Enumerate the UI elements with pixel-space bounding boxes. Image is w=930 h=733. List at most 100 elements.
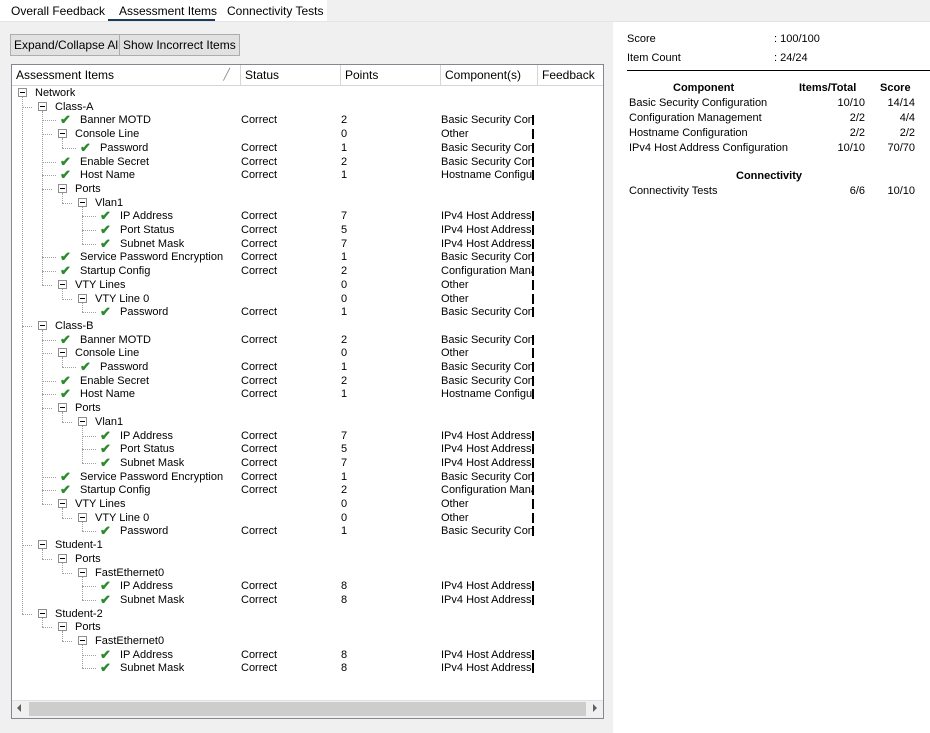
tree-row[interactable]: Ports (12, 552, 603, 566)
expand-collapse-all-button[interactable]: Expand/Collapse All (10, 34, 125, 56)
tree-row[interactable]: ✔ Enable Secret Correct 2 Basic Security Con… (12, 154, 603, 169)
tree-row[interactable]: ✔ Subnet Mask Correct 7 IPv4 Host Address Co… (12, 236, 603, 251)
points-cell: 2 (341, 374, 348, 387)
column-header-assessment-items[interactable]: Assessment Items ╱ (12, 65, 241, 85)
tree-row[interactable]: ✔ Host Name Correct 1 Hostname Configuration (12, 387, 603, 401)
minus-box-icon[interactable] (78, 636, 87, 645)
status-cell: Correct (241, 210, 278, 223)
arrow-left-icon[interactable] (17, 704, 21, 712)
tree-connector (42, 490, 56, 492)
minus-box-icon[interactable] (58, 279, 67, 289)
tree-connector (22, 613, 32, 615)
tree-row[interactable]: Ports (12, 182, 603, 196)
tree-connector (82, 435, 96, 437)
component-cell: Other (441, 127, 534, 141)
tree-item-label: Enable Secret (80, 374, 150, 387)
tree-connector (82, 216, 96, 218)
component-cell: Basic Security Configuration (441, 155, 534, 168)
minus-box-icon[interactable] (58, 553, 67, 563)
tree-row[interactable]: ✔ Password Correct 1 Basic Security Configur… (12, 140, 603, 155)
tree-row[interactable]: Console Line 0 Other (12, 127, 603, 141)
tree-row[interactable]: ✔ Port Status Correct 5 IPv4 Host Address Co… (12, 223, 603, 237)
tree-row[interactable]: ✔ Banner MOTD Correct 2 Basic Security Confi… (12, 332, 603, 347)
tree-row[interactable]: Class-A (12, 100, 603, 114)
tree-row[interactable]: ✔ Subnet Mask Correct 8 IPv4 Host Address Co… (12, 661, 603, 675)
tree-row[interactable]: ✔ Password Correct 1 Basic Security Configur… (12, 524, 603, 538)
tree-row[interactable]: Class-B (12, 319, 603, 333)
tree-row[interactable]: ✔ Startup Config Correct 2 Configuration Man… (12, 483, 603, 497)
minus-box-icon[interactable] (18, 88, 27, 97)
check-icon: ✔ (60, 386, 71, 402)
points-cell: 1 (341, 251, 348, 264)
tree-item-label: VTY Lines (75, 278, 126, 291)
tab-overall-feedback[interactable]: Overall Feedback (11, 4, 105, 22)
minus-box-icon[interactable] (38, 101, 47, 111)
tree-item-label: Ports (75, 182, 101, 195)
status-cell: Correct (241, 484, 278, 497)
minus-box-icon[interactable] (58, 129, 67, 139)
tree-row[interactable]: Student-1 (12, 538, 603, 552)
component-cell: Other (441, 278, 534, 292)
tree-guide-line (62, 562, 63, 573)
tree-row[interactable]: Vlan1 (12, 415, 603, 429)
tree-row[interactable]: ✔ Password Correct 1 Basic Security Configur… (12, 360, 603, 374)
points-cell: 5 (341, 443, 348, 456)
tab-assessment-items[interactable]: Assessment Items (108, 4, 217, 22)
tree-row[interactable]: ✔ Enable Secret Correct 2 Basic Security Con… (12, 373, 603, 388)
tree-connector (42, 120, 56, 122)
column-header-components[interactable]: Component(s) (441, 65, 538, 85)
column-header-points[interactable]: Points (341, 65, 441, 85)
minus-box-icon[interactable] (58, 183, 67, 193)
assessment-items-tree-grid[interactable]: Assessment Items ╱ Status Points Compone… (11, 64, 604, 719)
minus-box-icon[interactable] (58, 622, 67, 632)
column-header-feedback[interactable]: Feedback (538, 65, 603, 85)
scrollbar-thumb[interactable] (29, 702, 586, 716)
status-cell: Correct (241, 388, 278, 401)
minus-box-icon[interactable] (58, 499, 67, 508)
tree-row[interactable]: ✔ Password Correct 1 Basic Security Configur… (12, 305, 603, 319)
status-cell: Correct (241, 470, 278, 483)
minus-box-icon[interactable] (38, 540, 47, 550)
horizontal-scrollbar[interactable] (12, 700, 603, 718)
tree-row[interactable]: Console Line 0 Other (12, 346, 603, 360)
component-cell: Basic Security Configuration (441, 114, 534, 127)
tree-connector (42, 476, 56, 478)
minus-box-icon[interactable] (38, 320, 47, 330)
points-cell: 7 (341, 429, 348, 442)
minus-box-icon[interactable] (78, 512, 87, 522)
tree-connector (82, 531, 96, 533)
minus-box-icon[interactable] (38, 608, 47, 618)
tree-row[interactable]: VTY Lines 0 Other (12, 278, 603, 292)
tree-row[interactable]: ✔ Subnet Mask Correct 8 IPv4 Host Address Co… (12, 591, 603, 607)
tree-row[interactable]: Ports (12, 620, 603, 634)
tree-row[interactable]: Student-2 (12, 607, 603, 621)
tree-row[interactable]: Network (12, 86, 603, 100)
minus-box-icon[interactable] (78, 197, 87, 207)
minus-box-icon[interactable] (58, 403, 67, 413)
component-cell: IPv4 Host Address Configuration (441, 237, 534, 251)
tree-row[interactable]: ✔ Service Password Encryption Correct 1 Basi… (12, 469, 603, 484)
points-cell: 0 (341, 511, 348, 524)
component-cell: Other (441, 511, 534, 525)
check-icon: ✔ (100, 591, 111, 607)
minus-box-icon[interactable] (78, 293, 87, 303)
arrow-right-icon[interactable] (593, 704, 597, 712)
tree-row[interactable]: FastEthernet0 (12, 634, 603, 648)
tree-row[interactable]: ✔ Subnet Mask Correct 7 IPv4 Host Address Co… (12, 455, 603, 470)
points-cell: 2 (341, 265, 348, 278)
tree-row[interactable]: ✔ Startup Config Correct 2 Configuration Man… (12, 264, 603, 278)
tree-row[interactable]: ✔ Banner MOTD Correct 2 Basic Security Confi… (12, 113, 603, 127)
component-cell: Basic Security Configuration (441, 525, 534, 538)
check-icon: ✔ (100, 523, 111, 539)
column-header-status[interactable]: Status (241, 65, 341, 85)
show-incorrect-items-button[interactable]: Show Incorrect Items (119, 34, 240, 56)
minus-box-icon[interactable] (58, 348, 67, 358)
tab-connectivity-tests[interactable]: Connectivity Tests (227, 4, 324, 22)
minus-box-icon[interactable] (78, 567, 87, 577)
tree-row[interactable]: ✔ Host Name Correct 1 Hostname Configuration (12, 168, 603, 182)
tree-row[interactable]: ✔ Service Password Encryption Correct 1 Basi… (12, 250, 603, 264)
minus-box-icon[interactable] (78, 416, 87, 426)
tree-row[interactable]: VTY Lines 0 Other (12, 497, 603, 511)
tree-row[interactable]: Ports (12, 401, 603, 415)
points-cell: 1 (341, 361, 348, 373)
